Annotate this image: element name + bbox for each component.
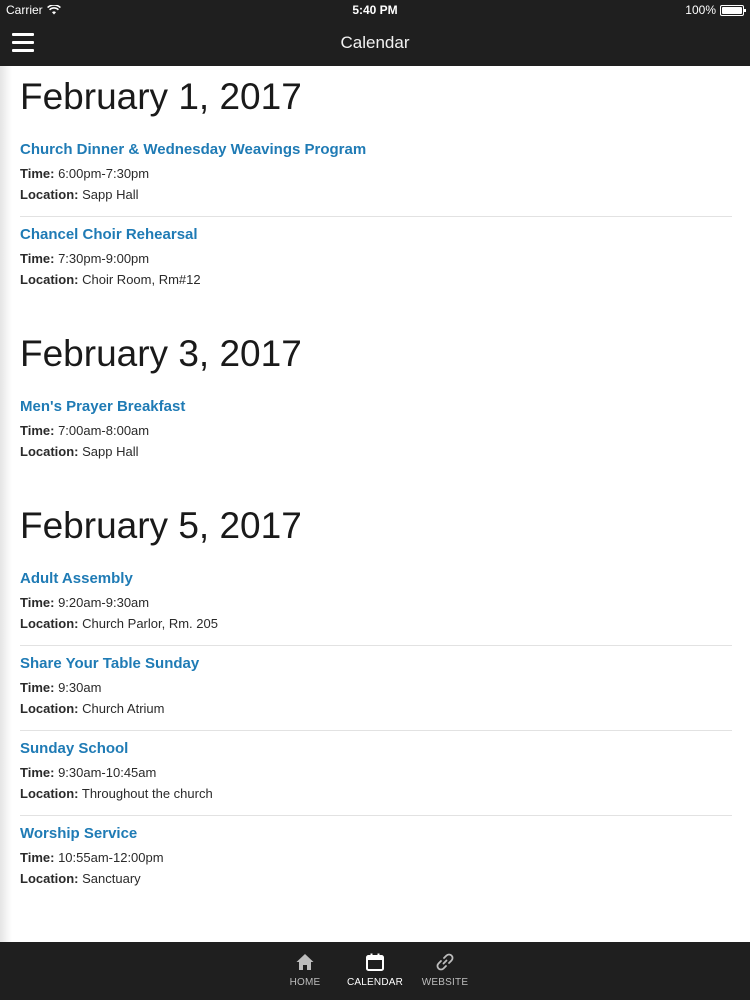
event-location: Sanctuary (82, 871, 141, 886)
event-time: 10:55am-12:00pm (58, 850, 164, 865)
location-label: Location: (20, 272, 79, 287)
event-time-row: Time: 9:20am-9:30am (20, 592, 732, 613)
event-time-row: Time: 9:30am-10:45am (20, 762, 732, 783)
event-location: Church Parlor, Rm. 205 (82, 616, 218, 631)
battery-percent: 100% (685, 3, 716, 17)
event-time: 9:20am-9:30am (58, 595, 150, 610)
tab-home-label: HOME (289, 977, 321, 988)
event-location-row: Location: Sapp Hall (20, 441, 732, 462)
time-label: Time: (20, 850, 55, 865)
event-title-link[interactable]: Sunday School (20, 740, 732, 757)
event-item: Men's Prayer Breakfast Time: 7:00am-8:00… (20, 398, 732, 473)
event-location: Sapp Hall (82, 187, 139, 202)
time-label: Time: (20, 765, 55, 780)
time-label: Time: (20, 166, 55, 181)
event-location: Church Atrium (82, 701, 165, 716)
time-label: Time: (20, 595, 55, 610)
event-title-link[interactable]: Adult Assembly (20, 570, 732, 587)
event-item: Share Your Table Sunday Time: 9:30am Loc… (20, 646, 732, 731)
event-time: 9:30am-10:45am (58, 765, 157, 780)
location-label: Location: (20, 871, 79, 886)
event-location: Choir Room, Rm#12 (82, 272, 201, 287)
status-right: 100% (685, 0, 746, 20)
event-location: Throughout the church (81, 786, 213, 801)
event-item: Sunday School Time: 9:30am-10:45am Locat… (20, 731, 732, 816)
event-time-row: Time: 9:30am (20, 677, 732, 698)
event-location: Sapp Hall (82, 444, 139, 459)
event-title-link[interactable]: Worship Service (20, 825, 732, 842)
day-section: February 1, 2017 Church Dinner & Wednesd… (0, 66, 750, 301)
event-time: 7:00am-8:00am (58, 423, 150, 438)
day-section: February 3, 2017 Men's Prayer Breakfast … (0, 301, 750, 473)
tab-calendar-label: CALENDAR (346, 977, 404, 988)
bottom-tab-bar: HOME CALENDAR WEBSITE (0, 942, 750, 1000)
tab-home[interactable]: HOME (281, 942, 329, 1000)
event-time-row: Time: 7:00am-8:00am (20, 420, 732, 441)
time-label: Time: (20, 251, 55, 266)
event-location-row: Location: Throughout the church (20, 783, 732, 804)
tab-calendar[interactable]: CALENDAR (347, 942, 403, 1000)
hamburger-menu-icon[interactable] (12, 33, 34, 53)
event-title-link[interactable]: Men's Prayer Breakfast (20, 398, 732, 415)
event-time: 7:30pm-9:00pm (58, 251, 150, 266)
day-heading: February 3, 2017 (20, 333, 302, 374)
event-item: Chancel Choir Rehearsal Time: 7:30pm-9:0… (20, 217, 732, 301)
event-item: Worship Service Time: 10:55am-12:00pm Lo… (20, 816, 732, 900)
event-location-row: Location: Church Parlor, Rm. 205 (20, 613, 732, 634)
status-time: 5:40 PM (352, 3, 398, 17)
tab-website-label: WEBSITE (421, 977, 469, 988)
event-location-row: Location: Church Atrium (20, 698, 732, 719)
event-location-row: Location: Sapp Hall (20, 184, 732, 205)
location-label: Location: (20, 616, 79, 631)
battery-icon (720, 4, 746, 16)
event-location-row: Location: Choir Room, Rm#12 (20, 269, 732, 290)
day-heading: February 1, 2017 (20, 76, 302, 117)
home-icon (296, 954, 314, 970)
event-title-link[interactable]: Share Your Table Sunday (20, 655, 732, 672)
app-root: Carrier 5:40 PM 100% Calendar February 1… (0, 0, 750, 1000)
calendar-list[interactable]: February 1, 2017 Church Dinner & Wednesd… (0, 66, 750, 942)
location-label: Location: (20, 701, 79, 716)
page-title: Calendar (340, 33, 410, 52)
day-section: February 5, 2017 Adult Assembly Time: 9:… (0, 473, 750, 900)
event-time-row: Time: 7:30pm-9:00pm (20, 248, 732, 269)
location-label: Location: (20, 187, 79, 202)
time-label: Time: (20, 680, 55, 695)
event-time-row: Time: 6:00pm-7:30pm (20, 163, 732, 184)
event-title-link[interactable]: Church Dinner & Wednesday Weavings Progr… (20, 141, 732, 158)
day-heading: February 5, 2017 (20, 505, 302, 546)
tab-website[interactable]: WEBSITE (421, 942, 469, 1000)
link-icon (436, 953, 454, 971)
nav-bar: Calendar (0, 20, 750, 66)
event-item: Church Dinner & Wednesday Weavings Progr… (20, 141, 732, 217)
event-title-link[interactable]: Chancel Choir Rehearsal (20, 226, 732, 243)
location-label: Location: (20, 444, 79, 459)
status-bar: Carrier 5:40 PM 100% (0, 0, 750, 20)
event-location-row: Location: Sanctuary (20, 868, 732, 889)
event-time: 6:00pm-7:30pm (58, 166, 150, 181)
event-time: 9:30am (58, 680, 102, 695)
location-label: Location: (20, 786, 79, 801)
calendar-icon (366, 953, 384, 971)
event-time-row: Time: 10:55am-12:00pm (20, 847, 732, 868)
time-label: Time: (20, 423, 55, 438)
event-item: Adult Assembly Time: 9:20am-9:30am Locat… (20, 570, 732, 646)
